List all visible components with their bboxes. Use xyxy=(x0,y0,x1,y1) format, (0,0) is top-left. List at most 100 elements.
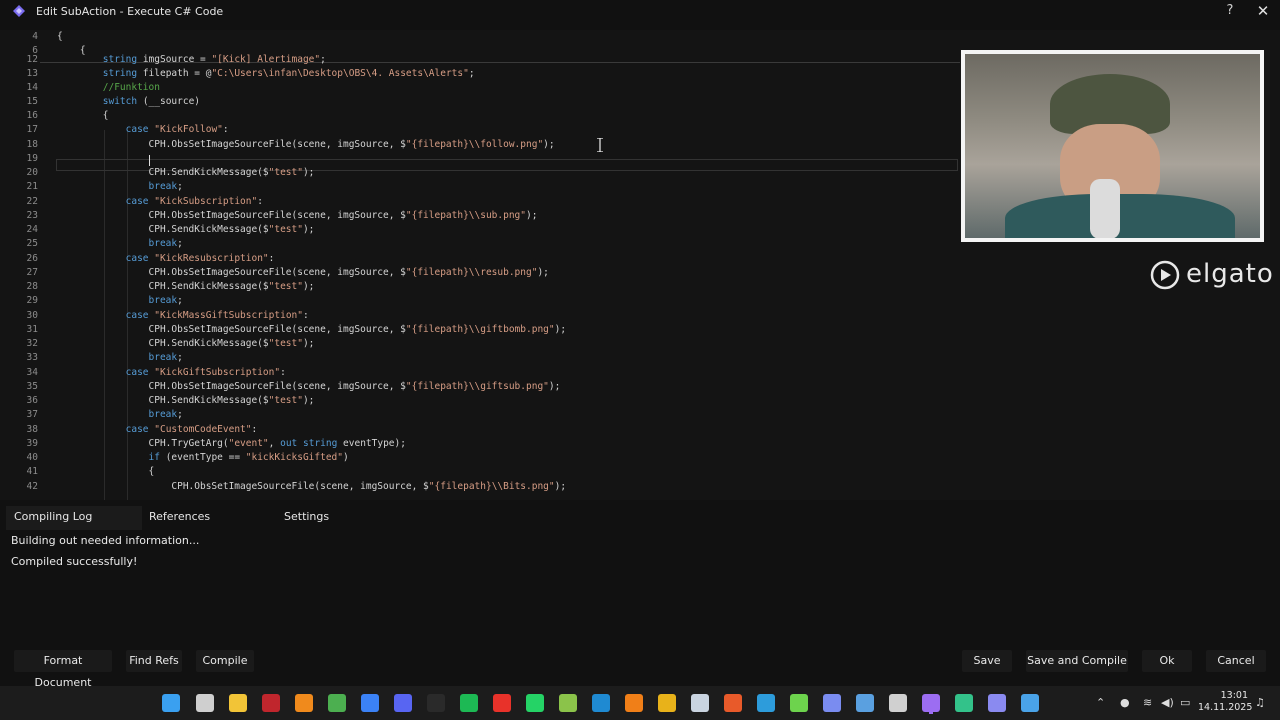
app-tools-icon[interactable] xyxy=(856,694,874,712)
code-line[interactable]: 30 case "KickMassGiftSubscription": xyxy=(0,309,960,323)
clock[interactable]: 13:01 14.11.2025 xyxy=(1198,690,1252,714)
app-red-icon[interactable] xyxy=(724,694,742,712)
format-document-button[interactable]: Format Document xyxy=(14,650,112,689)
code-line[interactable]: 21 break; xyxy=(0,180,960,194)
code-line[interactable]: 4{ xyxy=(0,30,960,44)
filezilla-icon[interactable] xyxy=(262,694,280,712)
app-blue-icon[interactable] xyxy=(757,694,775,712)
microphone-icon[interactable]: ● xyxy=(1120,696,1130,709)
code-line[interactable]: 35 CPH.ObsSetImageSourceFile(scene, imgS… xyxy=(0,380,960,394)
tab-references[interactable]: References xyxy=(149,510,210,523)
code-line[interactable]: 25 break; xyxy=(0,237,960,251)
vlc-icon[interactable] xyxy=(295,694,313,712)
save-and-compile-button[interactable]: Save and Compile xyxy=(1026,650,1128,672)
obs-icon[interactable] xyxy=(823,694,841,712)
line-code: CPH.ObsSetImageSourceFile(scene, imgSour… xyxy=(57,267,549,278)
elgato-watermark: elgato xyxy=(1148,258,1273,290)
code-line[interactable]: 20 CPH.SendKickMessage($"test"); xyxy=(0,166,960,180)
wifi-icon[interactable]: ≋ xyxy=(1143,696,1152,709)
close-button[interactable]: ✕ xyxy=(1256,2,1270,20)
code-line[interactable]: 36 CPH.SendKickMessage($"test"); xyxy=(0,394,960,408)
volume-icon[interactable]: ◀) xyxy=(1161,696,1174,709)
streamerbot-icon[interactable] xyxy=(922,694,940,712)
chevron-up-icon[interactable]: ⌃ xyxy=(1096,696,1105,709)
whatsapp-icon[interactable] xyxy=(526,694,544,712)
bottom-tabs: Compiling Log References Settings xyxy=(0,504,960,530)
code-line[interactable]: 24 CPH.SendKickMessage($"test"); xyxy=(0,223,960,237)
code-line[interactable]: 33 break; xyxy=(0,351,960,365)
line-code: string filepath = @"C:\Users\infan\Deskt… xyxy=(102,68,475,79)
code-line[interactable]: 41 { xyxy=(0,465,960,479)
compile-button[interactable]: Compile xyxy=(196,650,254,672)
code-line[interactable]: 13 string filepath = @"C:\Users\infan\De… xyxy=(0,67,960,81)
code-line[interactable]: 29 break; xyxy=(0,294,960,308)
code-line[interactable]: 16 { xyxy=(0,109,960,123)
vscode-icon[interactable] xyxy=(592,694,610,712)
code-line[interactable]: 42 CPH.ObsSetImageSourceFile(scene, imgS… xyxy=(0,480,960,494)
code-line[interactable]: 40 if (eventType == "kickKicksGifted") xyxy=(0,451,960,465)
app-cam-icon[interactable] xyxy=(889,694,907,712)
chrome-icon[interactable] xyxy=(328,694,346,712)
find-refs-button[interactable]: Find Refs xyxy=(126,650,182,672)
steam-icon[interactable] xyxy=(691,694,709,712)
line-number: 21 xyxy=(26,181,38,192)
line-number: 40 xyxy=(26,452,38,463)
code-line[interactable]: 12 string imgSource = "[Kick] Alertimage… xyxy=(0,53,960,67)
discord-icon[interactable] xyxy=(394,694,412,712)
code-line[interactable]: 19 xyxy=(0,152,960,166)
windows-start-icon[interactable] xyxy=(162,694,180,712)
epic-games-icon[interactable] xyxy=(427,694,445,712)
file-explorer-icon[interactable] xyxy=(229,694,247,712)
log-line: Compiled successfully! xyxy=(11,555,138,568)
line-code: CPH.ObsSetImageSourceFile(scene, imgSour… xyxy=(57,381,561,392)
spotify-icon[interactable] xyxy=(460,694,478,712)
taskbar: ⌃ ● ≋ ◀) ▭ 13:01 14.11.2025 ♫ xyxy=(0,686,1280,720)
code-line[interactable]: 31 CPH.ObsSetImageSourceFile(scene, imgS… xyxy=(0,323,960,337)
line-number: 33 xyxy=(26,352,38,363)
line-code: switch (__source) xyxy=(102,96,201,107)
code-line[interactable]: 22 case "KickSubscription": xyxy=(0,195,960,209)
line-number: 12 xyxy=(26,54,38,65)
code-line[interactable]: 37 break; xyxy=(0,408,960,422)
code-line[interactable]: 27 CPH.ObsSetImageSourceFile(scene, imgS… xyxy=(0,266,960,280)
notepad-icon[interactable] xyxy=(1021,694,1039,712)
code-line[interactable]: 23 CPH.ObsSetImageSourceFile(scene, imgS… xyxy=(0,209,960,223)
notepad-plus-icon[interactable] xyxy=(559,694,577,712)
diamond-app-icon[interactable] xyxy=(493,694,511,712)
line-code: break; xyxy=(148,238,183,249)
app-yellow-icon[interactable] xyxy=(658,694,676,712)
chrome-alt-icon[interactable] xyxy=(361,694,379,712)
line-number: 42 xyxy=(26,481,38,492)
line-number: 27 xyxy=(26,267,38,278)
tab-settings[interactable]: Settings xyxy=(284,510,329,523)
code-line[interactable]: 38 case "CustomCodeEvent": xyxy=(0,423,960,437)
code-line[interactable]: 34 case "KickGiftSubscription": xyxy=(0,366,960,380)
cancel-button[interactable]: Cancel xyxy=(1206,650,1266,672)
app-green-icon[interactable] xyxy=(790,694,808,712)
save-button[interactable]: Save xyxy=(962,650,1012,672)
code-line[interactable]: 28 CPH.SendKickMessage($"test"); xyxy=(0,280,960,294)
code-line[interactable]: 18 CPH.ObsSetImageSourceFile(scene, imgS… xyxy=(0,138,960,152)
code-line[interactable]: 15 switch (__source) xyxy=(0,95,960,109)
line-number: 26 xyxy=(26,253,38,264)
help-button[interactable]: ? xyxy=(1223,3,1237,18)
line-number: 34 xyxy=(26,367,38,378)
notification-bell-icon[interactable]: ♫ xyxy=(1255,696,1265,709)
code-line[interactable]: 32 CPH.SendKickMessage($"test"); xyxy=(0,337,960,351)
line-code: case "CustomCodeEvent": xyxy=(125,424,258,435)
ok-button[interactable]: Ok xyxy=(1142,650,1192,672)
search-icon[interactable] xyxy=(196,694,214,712)
app-orange-icon[interactable] xyxy=(625,694,643,712)
app-arrow-icon[interactable] xyxy=(988,694,1006,712)
line-code: CPH.SendKickMessage($"test"); xyxy=(57,167,315,178)
code-line[interactable]: 26 case "KickResubscription": xyxy=(0,252,960,266)
tab-compiling-log[interactable]: Compiling Log xyxy=(14,510,92,523)
line-code: case "KickMassGiftSubscription": xyxy=(125,310,309,321)
line-number: 31 xyxy=(26,324,38,335)
battery-icon[interactable]: ▭ xyxy=(1180,696,1190,709)
code-line[interactable]: 14 //Funktion xyxy=(0,81,960,95)
ibeam-cursor-icon xyxy=(597,138,603,152)
code-line[interactable]: 39 CPH.TryGetArg("event", out string eve… xyxy=(0,437,960,451)
app-dark-icon[interactable] xyxy=(955,694,973,712)
code-line[interactable]: 17 case "KickFollow": xyxy=(0,123,960,137)
